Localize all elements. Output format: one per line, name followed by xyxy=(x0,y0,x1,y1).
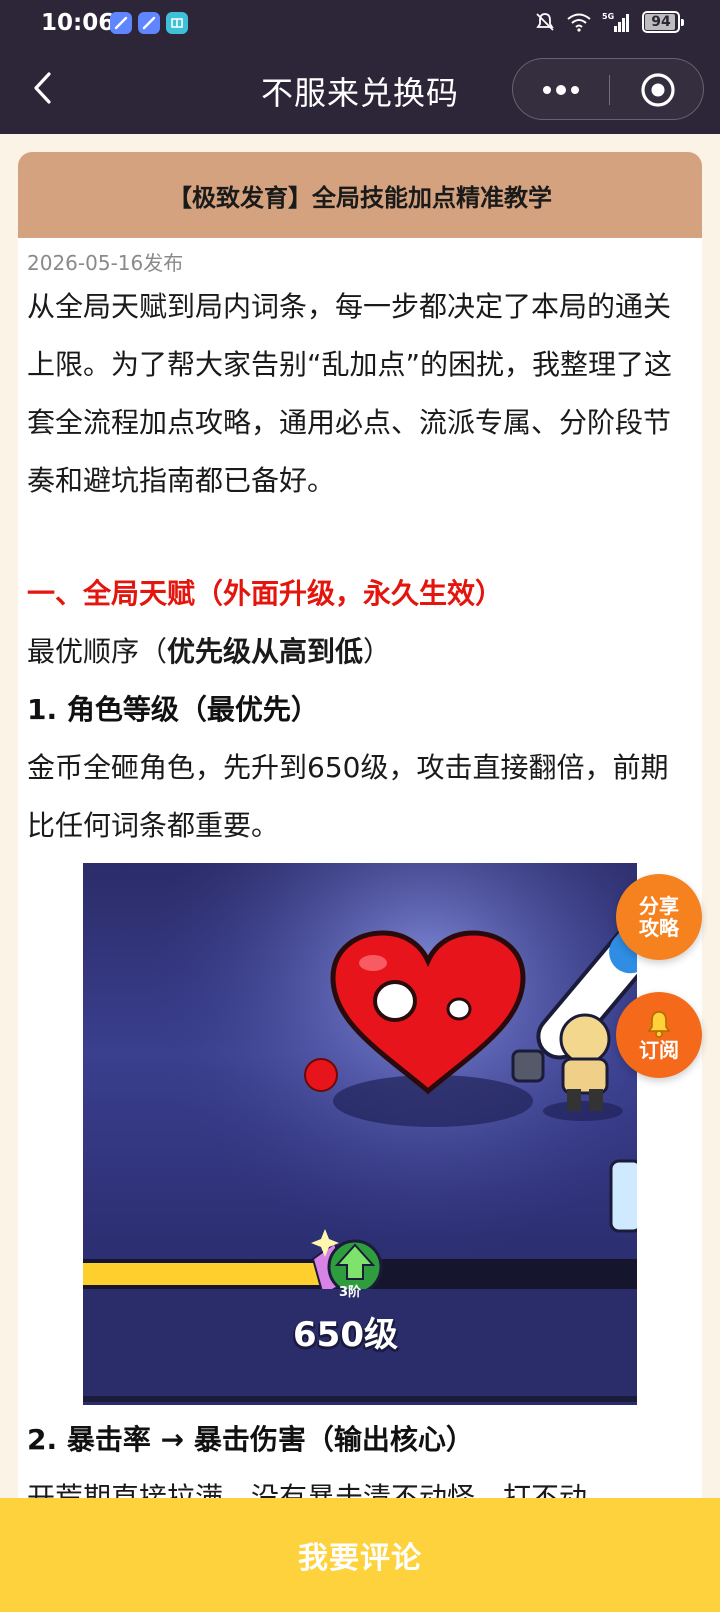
browser-app-icon xyxy=(138,12,160,34)
comment-button[interactable]: 我要评论 xyxy=(0,1498,720,1612)
article-title: 【极致发育】全局技能加点精准教学 xyxy=(18,152,702,238)
order-bold: 优先级从高到低 xyxy=(167,635,364,668)
more-dot-icon xyxy=(571,86,579,94)
more-dot-icon xyxy=(556,85,566,95)
item-heading: 1. 角色等级（最优先） xyxy=(27,693,319,726)
subscribe-label: 订阅 xyxy=(639,1038,679,1062)
mute-bell-icon xyxy=(536,13,554,31)
level-label: 650级 xyxy=(293,1315,398,1355)
bell-icon xyxy=(647,1011,671,1038)
item-paragraph: 金币全砸角色，先升到650级，攻击直接翻倍，前期比任何词条都重要。 xyxy=(27,751,669,842)
share-label-line1: 分享 xyxy=(639,894,679,918)
more-dot-icon xyxy=(543,86,551,94)
page-title: 不服来兑换码 xyxy=(260,74,459,112)
item-heading: 2. 暴击率 → 暴击伤害（输出核心） xyxy=(27,1423,474,1456)
publish-date: 2026-05-16发布 xyxy=(27,251,184,275)
section-heading: 一、全局天赋（外面升级，永久生效） xyxy=(27,577,504,610)
nav-bar: 不服来兑换码 xyxy=(0,48,720,134)
status-time: 10:06 xyxy=(41,10,115,36)
status-indicators: 5G 94 xyxy=(534,11,684,33)
notification-icons xyxy=(110,12,188,34)
top-bar: 10:06 5G 94 不服来兑换码 xyxy=(0,0,720,134)
article-card: 【极致发育】全局技能加点精准教学 2026-05-16发布 从全局天赋到局内词条… xyxy=(18,152,702,1612)
miniapp-capsule xyxy=(512,58,704,120)
comment-label: 我要评论 xyxy=(298,1541,422,1576)
more-button[interactable] xyxy=(513,59,609,121)
order-suffix: ） xyxy=(363,635,392,668)
book-app-icon xyxy=(166,12,188,34)
share-label-line2: 攻略 xyxy=(639,916,679,940)
tier-label: 3阶 xyxy=(339,1285,362,1300)
share-guide-button[interactable]: 分享 攻略 xyxy=(616,874,702,960)
game-screenshot-image: 3阶 650级 xyxy=(83,863,637,1405)
target-close-icon xyxy=(640,73,675,107)
wifi-icon xyxy=(567,13,591,32)
back-button[interactable] xyxy=(22,68,62,108)
subscribe-button[interactable]: 订阅 xyxy=(616,992,702,1078)
status-bar: 10:06 5G 94 xyxy=(0,0,720,48)
intro-paragraph: 从全局天赋到局内词条，每一步都决定了本局的通关上限。为了帮大家告别“乱加点”的困… xyxy=(27,290,673,497)
browser-app-icon xyxy=(110,12,132,34)
chevron-left-icon xyxy=(34,72,51,104)
close-miniapp-button[interactable] xyxy=(610,59,705,121)
order-line: 最优顺序（优先级从高到低） xyxy=(27,623,693,681)
order-prefix: 最优顺序（ xyxy=(27,635,168,668)
battery-level: 94 xyxy=(651,14,671,30)
cellular-signal-icon: 5G xyxy=(602,12,629,32)
battery-indicator: 94 xyxy=(642,11,684,33)
svg-text:5G: 5G xyxy=(602,12,614,21)
